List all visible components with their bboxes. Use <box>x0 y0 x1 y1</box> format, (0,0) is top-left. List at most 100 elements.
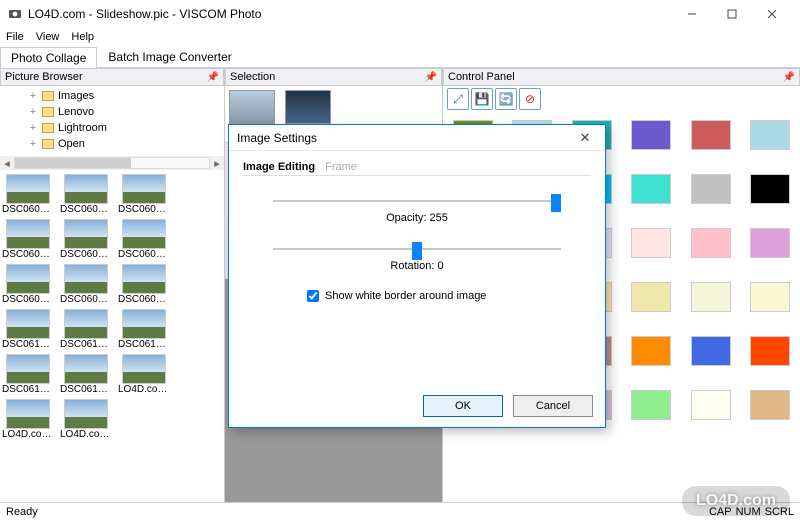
tree-item[interactable]: +Lightroom <box>28 120 220 136</box>
template-thumb[interactable] <box>691 228 731 258</box>
thumbnail[interactable]: LO4D.com - Clownfish.. <box>118 354 170 395</box>
white-border-checkbox[interactable]: Show white border around image <box>307 290 591 302</box>
thumbnail[interactable]: DSC06080.. <box>118 219 170 260</box>
thumbnail-caption: DSC06092.. <box>118 294 170 305</box>
template-thumb[interactable] <box>750 390 790 420</box>
thumbnail[interactable]: DSC06078.. <box>60 219 112 260</box>
template-thumb[interactable] <box>631 390 671 420</box>
thumbnail[interactable]: LO4D.com - Star Fish.jp.. <box>60 399 112 440</box>
thumbnail[interactable]: DSC06089.. <box>60 264 112 305</box>
tab-image-editing[interactable]: Image Editing <box>243 159 315 175</box>
tree-hscrollbar[interactable]: ◂ ▸ <box>0 156 224 170</box>
window-title: LO4D.com - Slideshow.pic - VISCOM Photo <box>28 7 672 21</box>
thumbnail[interactable]: DSC06103.. <box>60 309 112 350</box>
scroll-right-icon[interactable]: ▸ <box>210 157 224 170</box>
template-thumb[interactable] <box>750 282 790 312</box>
template-thumb[interactable] <box>691 336 731 366</box>
thumbnail-image <box>6 399 50 429</box>
menu-help[interactable]: Help <box>69 31 96 43</box>
template-thumb[interactable] <box>631 174 671 204</box>
control-toolbar: ⤢ 💾 🔄 ⊘ <box>443 86 800 112</box>
thumbnail-caption: LO4D.com - Clownfish.. <box>118 384 170 395</box>
template-thumb[interactable] <box>691 390 731 420</box>
template-thumb[interactable] <box>750 174 790 204</box>
dialog-body: Image Editing Frame Opacity: 255 Rotatio… <box>229 151 605 387</box>
template-thumb[interactable] <box>631 336 671 366</box>
selection-thumb[interactable] <box>285 90 331 124</box>
rotation-slider[interactable] <box>273 240 561 258</box>
thumbnail[interactable]: DSC06087.. <box>2 264 54 305</box>
pin-icon[interactable]: 📌 <box>783 72 795 83</box>
thumbnail[interactable]: DSC06052.. <box>2 174 54 215</box>
template-thumb[interactable] <box>631 282 671 312</box>
thumbnail[interactable]: LO4D.com - Fritz.tif <box>2 399 54 440</box>
dialog-buttons: OK Cancel <box>229 387 605 427</box>
scroll-thumb[interactable] <box>15 158 131 168</box>
selection-thumb[interactable] <box>229 90 275 124</box>
cancel-button[interactable]: Cancel <box>513 395 593 417</box>
minimize-button[interactable] <box>672 2 712 26</box>
close-button[interactable] <box>752 2 792 26</box>
expand-icon[interactable]: ⤢ <box>447 88 469 110</box>
delete-icon[interactable]: ⊘ <box>519 88 541 110</box>
template-thumb[interactable] <box>750 120 790 150</box>
tree-item-label: Lenovo <box>58 106 94 118</box>
pin-icon[interactable]: 📌 <box>425 72 437 83</box>
ok-button[interactable]: OK <box>423 395 503 417</box>
thumbnail-image <box>64 264 108 294</box>
save-icon[interactable]: 💾 <box>471 88 493 110</box>
template-thumb[interactable] <box>750 336 790 366</box>
thumbnail-caption: DSC06106.. <box>60 384 112 395</box>
template-thumb[interactable] <box>691 282 731 312</box>
folder-tree[interactable]: +Images +Lenovo +Lightroom +Open <box>0 86 224 156</box>
thumbnail-caption: DSC06052.. <box>2 204 54 215</box>
maximize-button[interactable] <box>712 2 752 26</box>
checkbox-input[interactable] <box>307 290 319 302</box>
template-thumb[interactable] <box>631 228 671 258</box>
slider-knob[interactable] <box>551 194 561 212</box>
thumbnail-image <box>64 399 108 429</box>
dialog-close-icon[interactable]: ✕ <box>573 130 597 146</box>
template-thumb[interactable] <box>631 120 671 150</box>
tree-item[interactable]: +Images <box>28 88 220 104</box>
folder-icon <box>42 107 54 117</box>
thumbnail[interactable]: DSC06106.. <box>60 354 112 395</box>
tree-item[interactable]: +Open <box>28 136 220 152</box>
template-thumb[interactable] <box>750 228 790 258</box>
tab-batch-converter[interactable]: Batch Image Converter <box>97 46 242 67</box>
scroll-track[interactable] <box>14 157 210 169</box>
thumbnail[interactable]: DSC06105.. <box>2 354 54 395</box>
thumbnail[interactable]: DSC06102.. <box>2 309 54 350</box>
refresh-icon[interactable]: 🔄 <box>495 88 517 110</box>
template-thumb[interactable] <box>691 174 731 204</box>
thumbnail-caption: DSC06102.. <box>2 339 54 350</box>
menu-file[interactable]: File <box>4 31 26 43</box>
tree-item[interactable]: +Lenovo <box>28 104 220 120</box>
thumbnail[interactable]: DSC06075.. <box>2 219 54 260</box>
watermark: LO4D.com <box>682 486 790 516</box>
selection-title: Selection <box>230 71 275 83</box>
dialog-titlebar[interactable]: Image Settings ✕ <box>229 125 605 151</box>
thumbnail-image <box>122 354 166 384</box>
opacity-slider[interactable] <box>273 192 561 210</box>
thumbnail-image <box>6 354 50 384</box>
thumbnail-image <box>64 354 108 384</box>
thumbnail[interactable]: DSC06055.. <box>60 174 112 215</box>
menu-view[interactable]: View <box>34 31 62 43</box>
thumbnail-image <box>64 309 108 339</box>
thumbnail[interactable]: DSC06066.. <box>118 174 170 215</box>
selection-thumbs <box>229 90 438 124</box>
picture-browser-header: Picture Browser 📌 <box>0 68 224 86</box>
thumbnail[interactable]: DSC06092.. <box>118 264 170 305</box>
thumbnail-image <box>122 219 166 249</box>
tab-photo-collage[interactable]: Photo Collage <box>0 47 97 68</box>
scroll-left-icon[interactable]: ◂ <box>0 157 14 170</box>
pin-icon[interactable]: 📌 <box>207 72 219 83</box>
thumbnail-caption: DSC06075.. <box>2 249 54 260</box>
slider-knob[interactable] <box>412 242 422 260</box>
thumbnail-caption: DSC06103.. <box>60 339 112 350</box>
template-thumb[interactable] <box>691 120 731 150</box>
tab-frame[interactable]: Frame <box>325 159 357 175</box>
checkbox-label: Show white border around image <box>325 290 486 302</box>
thumbnail[interactable]: DSC06104.. <box>118 309 170 350</box>
